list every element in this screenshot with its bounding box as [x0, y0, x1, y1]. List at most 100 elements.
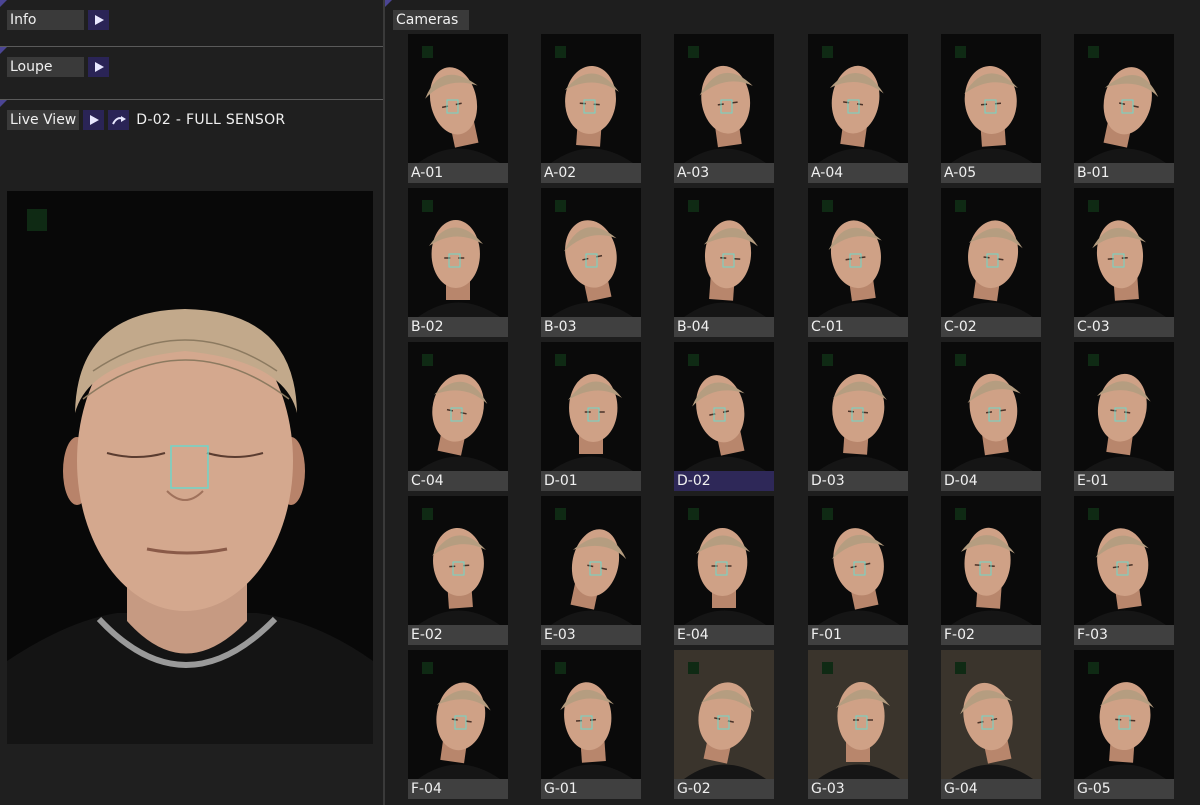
face-image [408, 342, 508, 471]
section-corner-marker [385, 0, 392, 7]
camera-thumbnail [541, 650, 641, 779]
camera-label: B-04 [674, 317, 774, 337]
face-image [408, 650, 508, 779]
camera-tile[interactable]: D-04 [941, 342, 1041, 491]
face-image [408, 34, 508, 163]
live-view-image[interactable] [7, 191, 373, 744]
camera-tile[interactable]: E-03 [541, 496, 641, 645]
camera-tile[interactable]: E-01 [1074, 342, 1174, 491]
camera-label: E-03 [541, 625, 641, 645]
camera-label: G-02 [674, 779, 774, 799]
camera-tile[interactable]: F-03 [1074, 496, 1174, 645]
camera-tile[interactable]: C-01 [808, 188, 908, 337]
face-image [808, 188, 908, 317]
camera-thumbnail [941, 496, 1041, 625]
camera-tile[interactable]: C-02 [941, 188, 1041, 337]
camera-tile[interactable]: E-04 [674, 496, 774, 645]
loupe-expand-button[interactable] [88, 57, 109, 77]
camera-tile[interactable]: D-02 [674, 342, 774, 491]
camera-tile[interactable]: G-02 [674, 650, 774, 799]
info-section: Info [0, 0, 383, 47]
camera-label: A-04 [808, 163, 908, 183]
face-image [674, 34, 774, 163]
play-icon [94, 62, 104, 72]
camera-tile[interactable]: C-03 [1074, 188, 1174, 337]
camera-tile[interactable]: A-03 [674, 34, 774, 183]
camera-label: F-01 [808, 625, 908, 645]
camera-thumbnail [1074, 34, 1174, 163]
camera-thumbnail [941, 342, 1041, 471]
camera-label: D-03 [808, 471, 908, 491]
camera-thumbnail [808, 496, 908, 625]
camera-tile[interactable]: A-04 [808, 34, 908, 183]
camera-tile[interactable]: G-05 [1074, 650, 1174, 799]
camera-tile[interactable]: B-04 [674, 188, 774, 337]
camera-thumbnail [1074, 650, 1174, 779]
camera-tile[interactable]: G-04 [941, 650, 1041, 799]
camera-label: G-03 [808, 779, 908, 799]
camera-thumbnail [674, 342, 774, 471]
camera-label: D-02 [674, 471, 774, 491]
face-image [941, 650, 1041, 779]
cameras-label[interactable]: Cameras [393, 10, 469, 30]
camera-thumbnail [408, 188, 508, 317]
camera-tile[interactable]: F-02 [941, 496, 1041, 645]
camera-tile[interactable]: C-04 [408, 342, 508, 491]
camera-thumbnail [541, 496, 641, 625]
camera-tile[interactable]: G-03 [808, 650, 908, 799]
live-view-refresh-button[interactable] [108, 110, 130, 130]
camera-tile[interactable]: A-05 [941, 34, 1041, 183]
left-panel: Info Loupe Live View D-02 - FULL SENSOR [0, 0, 383, 805]
loupe-label[interactable]: Loupe [7, 57, 84, 77]
camera-thumbnail [541, 342, 641, 471]
loupe-section: Loupe [0, 47, 383, 100]
camera-label: C-01 [808, 317, 908, 337]
camera-label: A-02 [541, 163, 641, 183]
face-image [541, 342, 641, 471]
panel-divider[interactable] [383, 0, 385, 805]
camera-thumbnail [941, 34, 1041, 163]
camera-tile[interactable]: B-01 [1074, 34, 1174, 183]
camera-tile[interactable]: D-03 [808, 342, 908, 491]
face-image [941, 496, 1041, 625]
section-corner-marker [0, 47, 7, 54]
camera-thumbnail [808, 188, 908, 317]
loupe-header: Loupe [7, 57, 109, 77]
camera-label: B-02 [408, 317, 508, 337]
live-view-status: D-02 - FULL SENSOR [136, 112, 286, 128]
camera-tile[interactable]: G-01 [541, 650, 641, 799]
camera-thumbnail [674, 34, 774, 163]
camera-label: G-01 [541, 779, 641, 799]
live-view-label[interactable]: Live View [7, 110, 80, 130]
camera-tile[interactable]: A-01 [408, 34, 508, 183]
camera-tile[interactable]: B-02 [408, 188, 508, 337]
camera-thumbnail [674, 188, 774, 317]
camera-thumbnail [808, 342, 908, 471]
camera-label: F-04 [408, 779, 508, 799]
camera-label: C-02 [941, 317, 1041, 337]
rotate-icon [111, 116, 126, 125]
face-image [941, 188, 1041, 317]
camera-tile[interactable]: F-01 [808, 496, 908, 645]
camera-thumbnail [674, 650, 774, 779]
live-view-header: Live View D-02 - FULL SENSOR [7, 110, 285, 130]
info-expand-button[interactable] [88, 10, 109, 30]
camera-label: A-03 [674, 163, 774, 183]
camera-tile[interactable]: E-02 [408, 496, 508, 645]
info-label[interactable]: Info [7, 10, 84, 30]
face-image [674, 188, 774, 317]
camera-tile[interactable]: B-03 [541, 188, 641, 337]
camera-thumbnail [408, 496, 508, 625]
live-view-play-button[interactable] [83, 110, 105, 130]
camera-label: A-05 [941, 163, 1041, 183]
camera-tile[interactable]: D-01 [541, 342, 641, 491]
face-image [941, 342, 1041, 471]
camera-label: F-02 [941, 625, 1041, 645]
camera-thumbnail [541, 34, 641, 163]
play-icon [89, 115, 99, 125]
camera-thumbnail [674, 496, 774, 625]
camera-tile[interactable]: F-04 [408, 650, 508, 799]
face-image [7, 191, 373, 744]
camera-tile[interactable]: A-02 [541, 34, 641, 183]
face-image [1074, 342, 1174, 471]
